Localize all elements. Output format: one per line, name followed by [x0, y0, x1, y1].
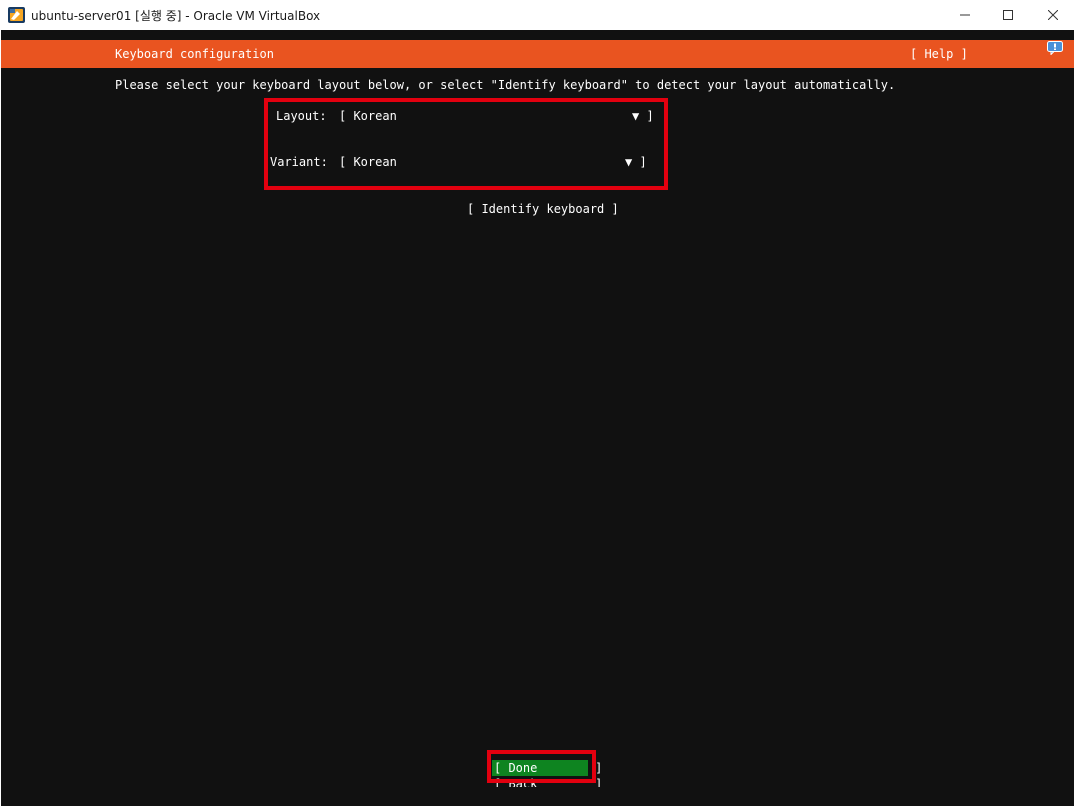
close-icon	[1048, 10, 1058, 20]
page-title: Keyboard configuration	[115, 47, 274, 61]
virtualbox-icon	[8, 7, 25, 23]
close-button[interactable]	[1030, 0, 1075, 30]
done-highlight-box	[487, 750, 596, 783]
identify-keyboard-button[interactable]: [ Identify keyboard ]	[467, 202, 619, 216]
vm-display[interactable]: Keyboard configuration [ Help ] Please s…	[1, 30, 1074, 806]
installer-header: Keyboard configuration [ Help ]	[1, 40, 1074, 68]
window-title: ubuntu-server01 [실행 중] - Oracle VM Virtu…	[31, 9, 321, 23]
help-button[interactable]: [ Help ]	[910, 47, 968, 61]
notification-icon[interactable]	[1047, 41, 1063, 55]
maximize-icon	[1003, 10, 1013, 20]
instruction-text: Please select your keyboard layout below…	[115, 78, 896, 92]
minimize-icon	[960, 14, 970, 16]
fields-highlight-box	[264, 98, 668, 190]
minimize-button[interactable]	[942, 0, 988, 30]
window-titlebar: ubuntu-server01 [실행 중] - Oracle VM Virtu…	[0, 0, 1075, 30]
maximize-button[interactable]	[985, 0, 1031, 30]
